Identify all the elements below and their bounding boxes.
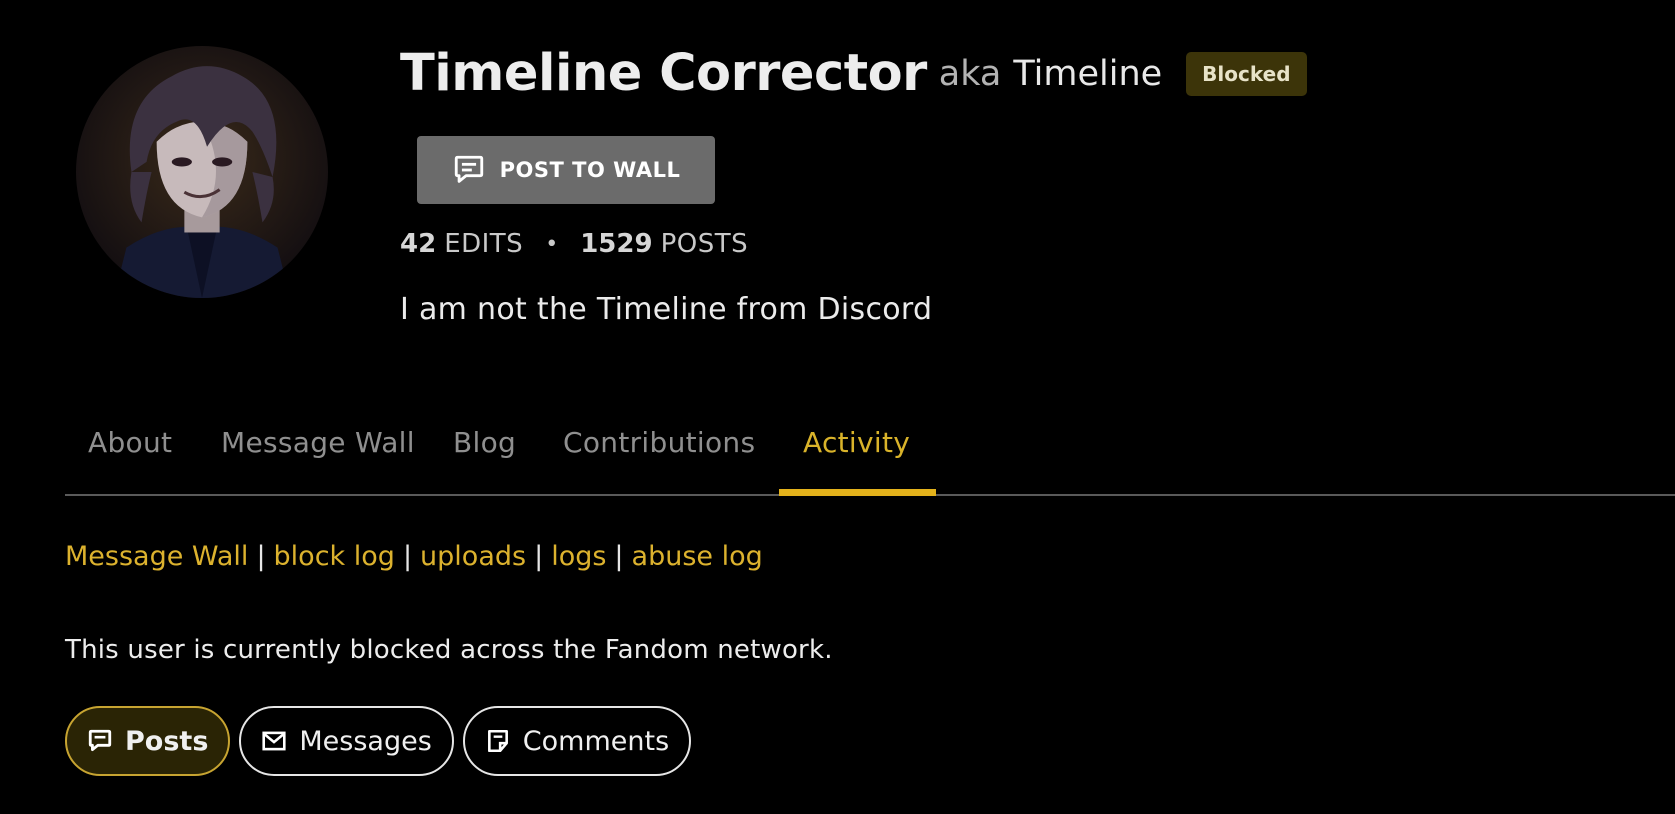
tab-about[interactable]: About bbox=[88, 426, 172, 459]
link-abuse-log[interactable]: abuse log bbox=[632, 541, 763, 572]
filter-posts-label: Posts bbox=[125, 725, 209, 757]
profile-stats: 42 EDITS • 1529 POSTS bbox=[400, 229, 748, 259]
user-links: Message Wall | block log | uploads | log… bbox=[65, 541, 763, 572]
profile-header: Timeline Corrector aka Timeline Blocked bbox=[400, 44, 1307, 103]
comment-note-icon bbox=[487, 729, 508, 753]
link-message-wall[interactable]: Message Wall bbox=[65, 541, 248, 572]
posts-count: 1529 bbox=[580, 229, 653, 259]
filter-messages-button[interactable]: Messages bbox=[239, 706, 454, 776]
link-separator: | bbox=[614, 541, 624, 572]
tab-message-wall[interactable]: Message Wall bbox=[221, 426, 415, 459]
posts-label: POSTS bbox=[660, 229, 749, 259]
status-badge: Blocked bbox=[1186, 51, 1307, 96]
filter-comments-button[interactable]: Comments bbox=[462, 706, 692, 776]
profile-bio: I am not the Timeline from Discord bbox=[400, 292, 933, 327]
profile-tabs: About Message Wall Blog Contributions Ac… bbox=[65, 416, 1675, 496]
stats-separator: • bbox=[545, 231, 559, 257]
username: Timeline Corrector bbox=[400, 44, 927, 103]
speech-bubble-icon bbox=[454, 155, 483, 183]
link-block-log[interactable]: block log bbox=[274, 541, 395, 572]
blocked-notice: This user is currently blocked across th… bbox=[65, 635, 833, 665]
tab-contributions[interactable]: Contributions bbox=[563, 426, 755, 459]
active-tab-indicator bbox=[779, 489, 936, 496]
edits-count: 42 bbox=[400, 229, 437, 259]
filter-messages-label: Messages bbox=[299, 725, 432, 757]
activity-filters: Posts Messages Comments bbox=[65, 706, 692, 776]
avatar-image bbox=[76, 46, 328, 298]
envelope-icon bbox=[262, 731, 286, 751]
tab-blog[interactable]: Blog bbox=[453, 426, 516, 459]
post-to-wall-label: POST TO WALL bbox=[499, 158, 681, 182]
link-separator: | bbox=[402, 541, 413, 572]
avatar bbox=[76, 46, 328, 298]
filter-comments-label: Comments bbox=[522, 725, 670, 757]
aka-name: Timeline bbox=[1013, 53, 1163, 94]
post-to-wall-button[interactable]: POST TO WALL bbox=[417, 136, 715, 204]
tab-activity[interactable]: Activity bbox=[803, 426, 910, 459]
user-profile-page: Timeline Corrector aka Timeline Blocked … bbox=[0, 0, 1675, 814]
link-uploads[interactable]: uploads bbox=[420, 541, 526, 572]
link-separator: | bbox=[256, 541, 266, 572]
filter-posts-button[interactable]: Posts bbox=[65, 706, 231, 776]
speech-bubble-icon bbox=[88, 729, 112, 752]
aka-label: aka bbox=[938, 53, 1002, 94]
edits-label: EDITS bbox=[444, 229, 524, 259]
link-separator: | bbox=[534, 541, 544, 572]
link-logs[interactable]: logs bbox=[551, 541, 606, 572]
